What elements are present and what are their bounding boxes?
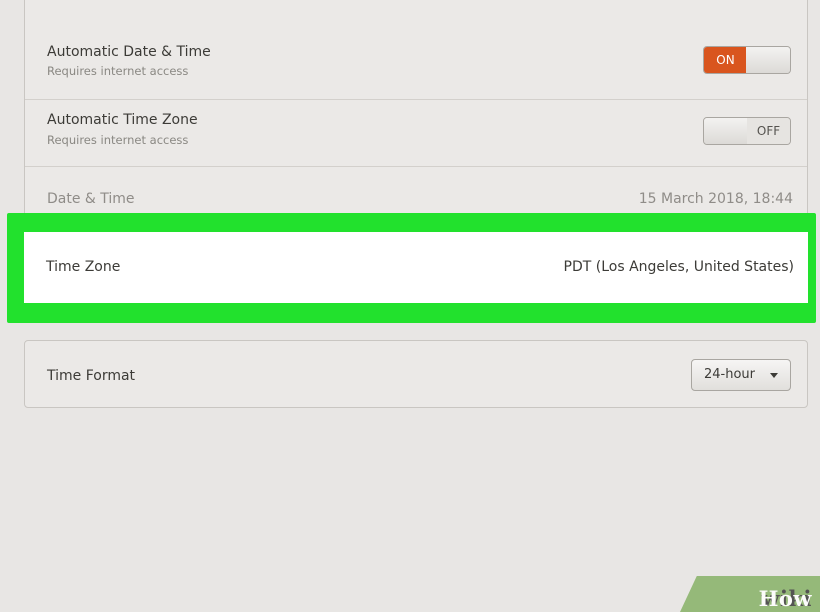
automatic-date-time-title: Automatic Date & Time [47, 44, 211, 60]
switch-off-label: OFF [747, 118, 790, 144]
automatic-time-zone-subtitle: Requires internet access [47, 133, 189, 147]
automatic-time-zone-row[interactable]: Automatic Time Zone Requires internet ac… [25, 100, 807, 169]
automatic-date-time-row[interactable]: Automatic Date & Time Requires internet … [25, 0, 807, 78]
automatic-time-zone-title: Automatic Time Zone [47, 112, 198, 128]
time-format-dropdown[interactable]: 24-hour [691, 359, 791, 391]
switch-knob [704, 118, 749, 144]
automatic-date-time-switch[interactable]: ON [703, 46, 791, 74]
automatic-date-time-subtitle: Requires internet access [47, 64, 189, 78]
date-time-row: Date & Time 15 March 2018, 18:44 [25, 167, 807, 217]
automatic-time-zone-switch[interactable]: OFF [703, 117, 791, 145]
watermark-how: How [758, 586, 812, 611]
time-zone-title: Time Zone [46, 259, 121, 275]
chevron-down-icon [770, 373, 778, 378]
wikihow-watermark: wiki How [680, 576, 820, 612]
time-format-title: Time Format [47, 368, 136, 384]
time-zone-value: PDT (Los Angeles, United States) [563, 259, 794, 275]
switch-knob [746, 47, 790, 73]
time-format-selected: 24-hour [704, 367, 756, 382]
time-format-panel: Time Format 24-hour [24, 340, 808, 408]
time-zone-row[interactable]: Time Zone PDT (Los Angeles, United State… [24, 232, 808, 303]
date-time-title: Date & Time [47, 191, 135, 207]
switch-on-label: ON [704, 47, 748, 73]
date-time-value: 15 March 2018, 18:44 [638, 191, 793, 207]
